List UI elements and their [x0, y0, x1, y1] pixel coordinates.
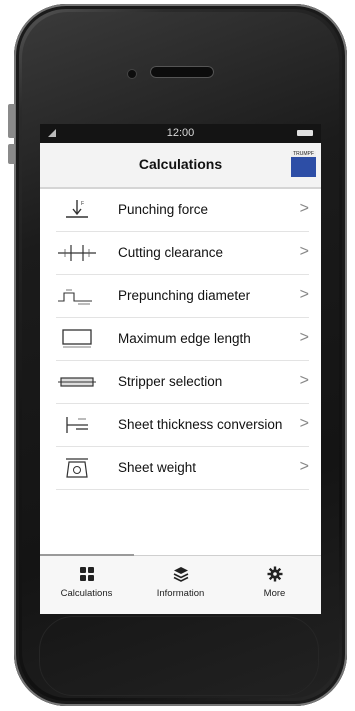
tab-label: Information — [156, 588, 205, 599]
sheet-thickness-icon — [66, 417, 88, 433]
list-item-cutting-clearance[interactable]: Cutting clearance > — [56, 232, 309, 275]
tab-more[interactable]: More — [228, 566, 321, 599]
prepunching-diameter-icon — [58, 289, 92, 305]
list-item-punching-force[interactable]: F Punching force > — [56, 189, 309, 232]
status-time: 12:00 — [166, 127, 195, 139]
layers-icon — [173, 567, 188, 582]
battery-icon — [297, 130, 313, 136]
scale-icon — [66, 458, 88, 478]
list-item-label: Sheet thickness conversion — [118, 417, 283, 432]
grid-icon — [79, 567, 94, 581]
page-title: Calculations — [138, 156, 223, 172]
active-tab-indicator — [40, 554, 134, 556]
list-item-sheet-weight[interactable]: Sheet weight > — [56, 447, 309, 490]
tab-label: Calculations — [60, 588, 113, 599]
gear-icon — [267, 566, 282, 582]
tab-information[interactable]: Information — [134, 566, 227, 599]
punching-force-icon: F — [66, 200, 88, 218]
chevron-right-icon: > — [299, 458, 309, 475]
logo-text: TRUMPF — [291, 151, 316, 157]
chevron-right-icon: > — [299, 286, 309, 303]
chevron-right-icon: > — [299, 329, 309, 346]
calculation-list: F Punching force > Cutting clearance > P… — [40, 189, 321, 490]
list-item-maximum-edge-length[interactable]: Maximum edge length > — [56, 318, 309, 361]
tab-bar: Calculations Information More — [40, 554, 321, 614]
list-item-sheet-thickness-conversion[interactable]: Sheet thickness conversion > — [56, 404, 309, 447]
list-item-label: Sheet weight — [118, 460, 197, 475]
list-item-label: Prepunching diameter — [118, 288, 251, 303]
list-item-stripper-selection[interactable]: Stripper selection > — [56, 361, 309, 404]
tab-label: More — [263, 588, 286, 599]
edge-length-icon — [62, 329, 92, 348]
list-item-prepunching-diameter[interactable]: Prepunching diameter > — [56, 275, 309, 318]
chevron-right-icon: > — [299, 372, 309, 389]
side-button-volume-up — [8, 104, 15, 138]
chevron-right-icon: > — [299, 243, 309, 260]
front-camera — [128, 70, 136, 78]
list-item-label: Cutting clearance — [118, 245, 224, 260]
earpiece-speaker — [150, 66, 214, 78]
status-bar: 12:00 — [40, 124, 321, 143]
list-item-label: Punching force — [118, 202, 209, 217]
nav-header: Calculations TRUMPF — [40, 143, 321, 189]
tab-calculations[interactable]: Calculations — [40, 566, 133, 599]
cutting-clearance-icon — [58, 245, 96, 261]
chevron-right-icon: > — [299, 415, 309, 432]
stripper-icon — [58, 377, 96, 387]
brand-logo: TRUMPF — [291, 151, 316, 177]
list-item-label: Stripper selection — [118, 374, 223, 389]
app-screen: 12:00 Calculations TRUMPF F Punching for… — [40, 124, 321, 614]
side-button-volume-down — [8, 144, 15, 164]
list-item-label: Maximum edge length — [118, 331, 251, 346]
phone-chin — [39, 616, 319, 696]
chevron-right-icon: > — [299, 200, 309, 217]
svg-text:F: F — [81, 201, 84, 207]
